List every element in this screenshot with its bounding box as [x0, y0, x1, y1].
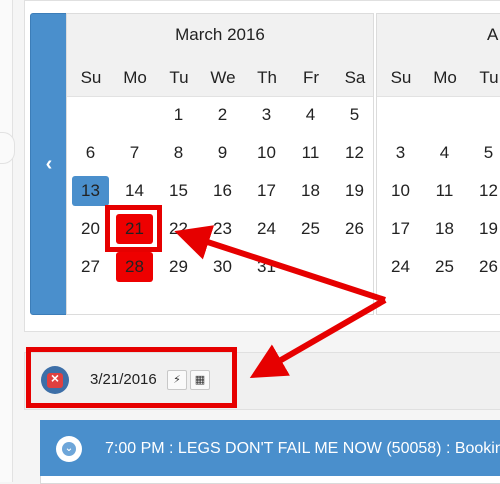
day-cell[interactable]: 3: [382, 138, 419, 168]
day-cell[interactable]: 19: [336, 176, 373, 206]
day-cell[interactable]: 7: [116, 138, 153, 168]
day-cell[interactable]: 1: [160, 100, 197, 130]
day-cell[interactable]: 11: [426, 176, 463, 206]
chevron-down-circle-icon[interactable]: ⌄: [56, 436, 82, 462]
month-title: A: [487, 25, 499, 44]
day-cell[interactable]: 11: [292, 138, 329, 168]
weekday-header: Mo: [123, 68, 147, 87]
weekday-header: Mo: [433, 68, 457, 87]
day-cell[interactable]: 10: [248, 138, 285, 168]
event-label: 7:00 PM : LEGS DON'T FAIL ME NOW (50058)…: [105, 440, 500, 457]
day-cell[interactable]: 12: [336, 138, 373, 168]
prev-month-button[interactable]: ‹: [30, 13, 68, 315]
day-cell[interactable]: 18: [426, 214, 463, 244]
day-cell[interactable]: 30: [204, 252, 241, 282]
day-cell[interactable]: 10: [382, 176, 419, 206]
day-cell[interactable]: 28: [116, 252, 153, 282]
day-cell[interactable]: 24: [382, 252, 419, 282]
weekday-header: Su: [80, 68, 102, 87]
day-cell[interactable]: 16: [204, 176, 241, 206]
date-value[interactable]: 3/21/2016: [90, 371, 157, 388]
weekday-header: Sa: [344, 68, 366, 87]
clear-date-button[interactable]: [41, 366, 69, 394]
day-cell[interactable]: 20: [72, 214, 109, 244]
calendar-clear-icon: [47, 370, 63, 388]
day-cell[interactable]: 8: [160, 138, 197, 168]
day-cell[interactable]: 17: [248, 176, 285, 206]
day-cell[interactable]: 4: [292, 100, 329, 130]
left-strip: [0, 0, 13, 482]
day-cell[interactable]: 31: [248, 252, 285, 282]
day-cell[interactable]: 2: [204, 100, 241, 130]
day-cell[interactable]: 12: [470, 176, 500, 206]
chevron-left-icon: ‹: [45, 153, 53, 175]
day-cell[interactable]: 18: [292, 176, 329, 206]
day-cell[interactable]: 3: [248, 100, 285, 130]
month-march: March 2016 Su Mo Tu We Th Fr Sa 1 2 3 4 5 6 7 8 9 10 11 1…: [66, 13, 374, 315]
day-cell[interactable]: 29: [160, 252, 197, 282]
weekday-header: Tu: [479, 68, 499, 87]
day-cell[interactable]: 26: [470, 252, 500, 282]
weekday-header: Tu: [169, 68, 189, 87]
day-cell[interactable]: 25: [426, 252, 463, 282]
calendar-icon[interactable]: ▦: [190, 370, 210, 390]
day-cell[interactable]: 27: [72, 252, 109, 282]
month-title: March 2016: [175, 25, 265, 44]
day-cell[interactable]: 25: [292, 214, 329, 244]
day-cell[interactable]: 19: [470, 214, 500, 244]
day-cell[interactable]: 14: [116, 176, 153, 206]
weekday-header: We: [210, 68, 236, 87]
day-cell[interactable]: 23: [204, 214, 241, 244]
lightning-icon[interactable]: ⚡: [167, 370, 187, 390]
weekday-header: Fr: [302, 68, 320, 87]
day-cell[interactable]: 4: [426, 138, 463, 168]
day-cell[interactable]: 17: [382, 214, 419, 244]
day-cell[interactable]: 5: [336, 100, 373, 130]
weekday-header: Su: [390, 68, 412, 87]
day-cell[interactable]: 24: [248, 214, 285, 244]
day-cell[interactable]: 9: [204, 138, 241, 168]
day-cell[interactable]: 13: [72, 176, 109, 206]
month-april: A Su Mo Tu 3 4 5 10 11 12 17 18 19 24 25 26: [376, 13, 500, 315]
day-cell[interactable]: 6: [72, 138, 109, 168]
day-cell[interactable]: 21: [116, 214, 153, 244]
day-cell[interactable]: 5: [470, 138, 500, 168]
day-cell[interactable]: 26: [336, 214, 373, 244]
day-cell[interactable]: 22: [160, 214, 197, 244]
weekday-header: Th: [257, 68, 277, 87]
day-cell[interactable]: 15: [160, 176, 197, 206]
